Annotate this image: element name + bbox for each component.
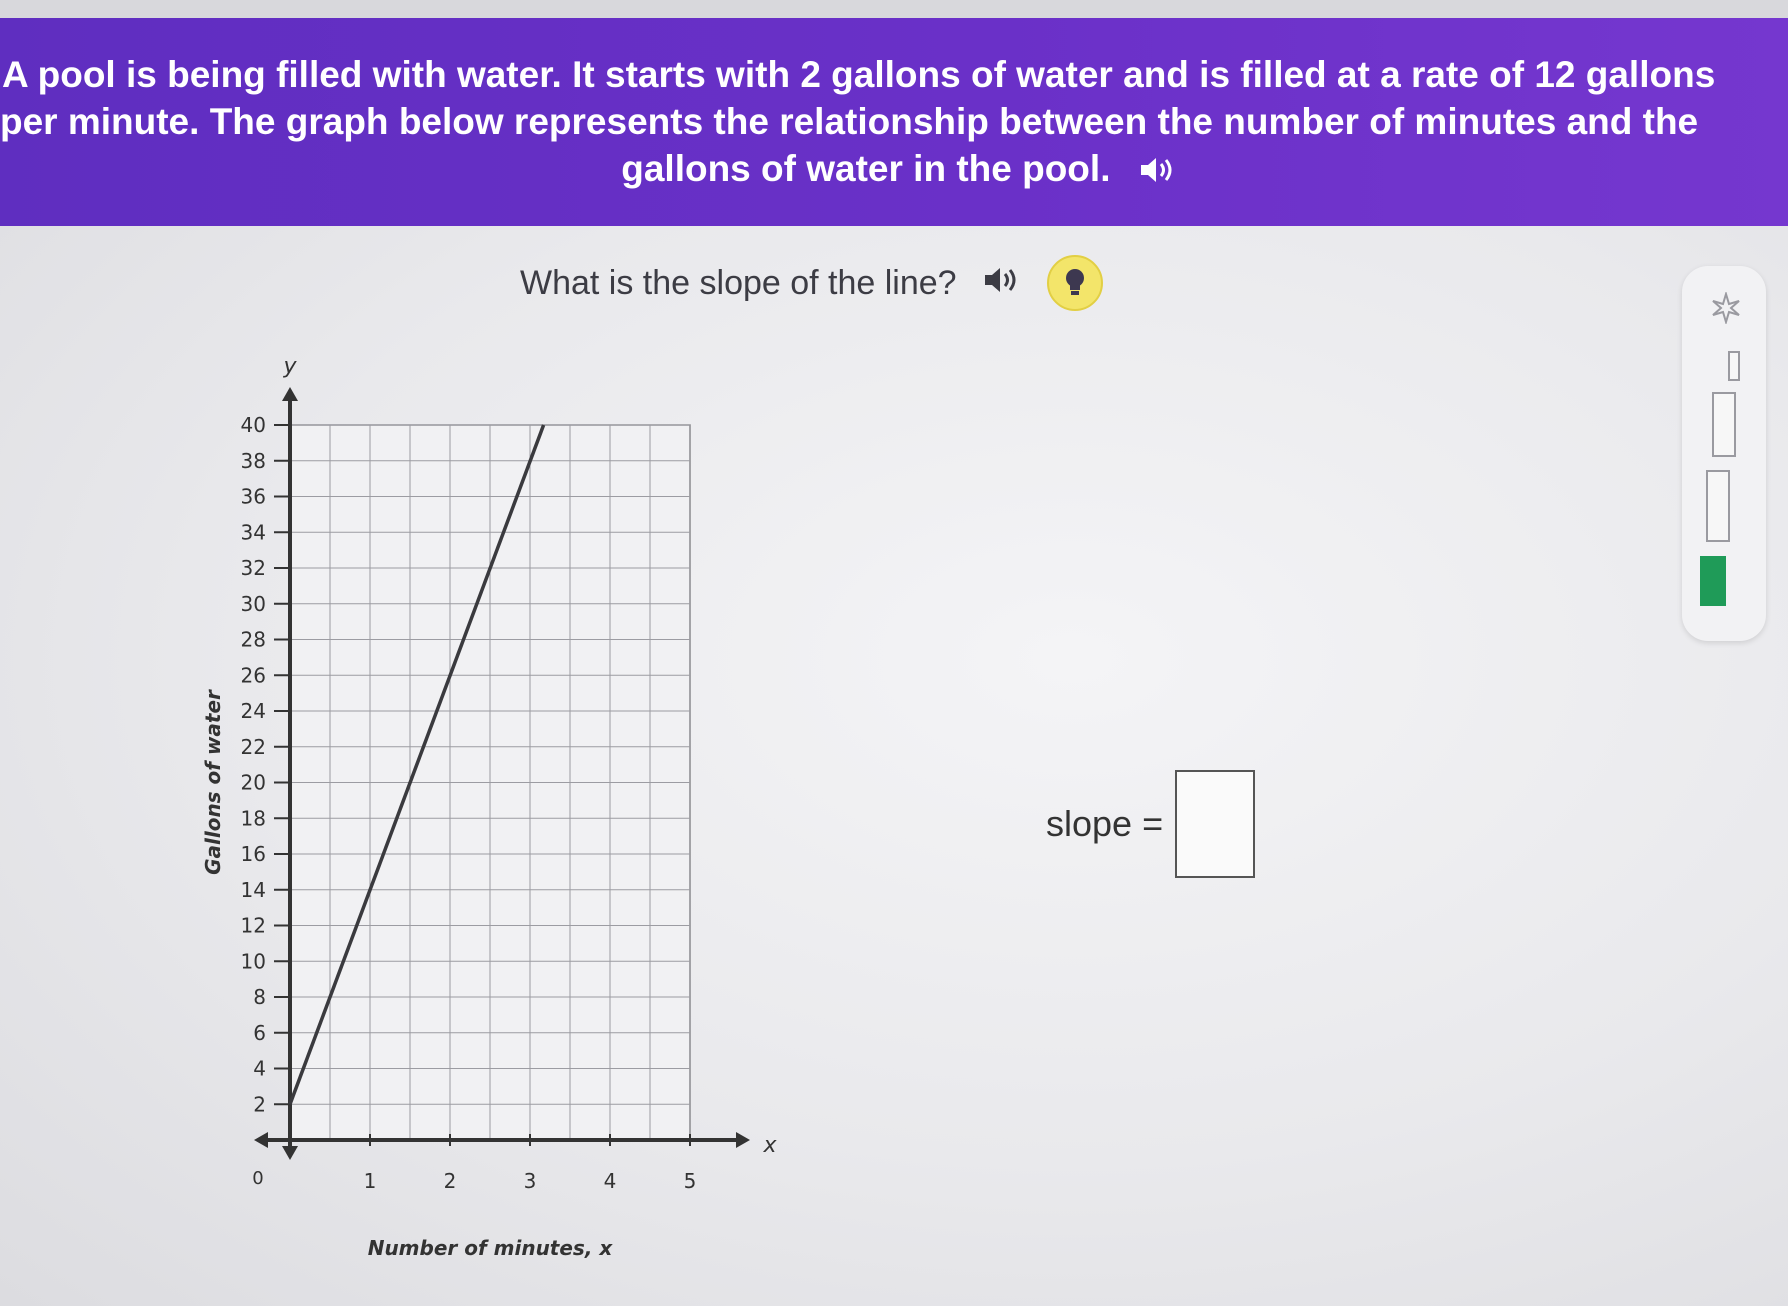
x-axis-arrow [736, 1132, 750, 1148]
slope-answer-input[interactable] [1175, 770, 1256, 878]
y-tick-label: 32 [241, 556, 266, 580]
progress-level-4 [1700, 556, 1726, 606]
y-tick-label: 30 [241, 592, 266, 616]
y-tick-label: 22 [241, 735, 266, 759]
x-tick-label: 5 [684, 1169, 697, 1193]
y-tick-label: 36 [241, 485, 266, 509]
y-tick-label: 38 [241, 449, 266, 473]
problem-text-line-2: per minute. The graph below represents t… [0, 101, 1699, 142]
speaker-icon[interactable] [983, 264, 1021, 303]
progress-level-1 [1728, 351, 1740, 381]
y-tick-label: 34 [241, 520, 266, 544]
answer-row: slope = [1046, 770, 1256, 878]
question-text: What is the slope of the line? [520, 263, 957, 302]
slope-label: slope = [1046, 803, 1164, 844]
y-tick-label: 8 [253, 985, 266, 1009]
x-axis-variable: x [762, 1133, 777, 1158]
y-tick-label: 14 [241, 878, 266, 902]
y-tick-label: 4 [253, 1057, 266, 1081]
y-tick-label: 28 [241, 628, 266, 652]
lightbulb-icon [1065, 269, 1084, 295]
progress-panel [1682, 266, 1766, 641]
y-axis-down-arrow [282, 1146, 298, 1160]
y-tick-label: 12 [241, 914, 266, 938]
y-tick-label: 2 [253, 1092, 266, 1116]
graph: 1 2 3 4 524681012141618202224262830323436384… [201, 354, 777, 1260]
y-axis-arrow [282, 387, 298, 401]
x-tick-label: 2 [444, 1169, 457, 1193]
problem-text-line-1: A pool is being filled with water. It st… [2, 54, 1716, 95]
x-axis-left-arrow [254, 1132, 268, 1148]
y-tick-label: 24 [241, 699, 266, 723]
problem-text-line-3-text: gallons of water in the pool. [621, 148, 1111, 189]
origin-label: 0 [252, 1168, 263, 1189]
x-tick-label: 3 [524, 1169, 537, 1193]
progress-level-2 [1712, 392, 1736, 457]
speaker-icon[interactable] [1139, 148, 1177, 195]
x-tick-label: 4 [604, 1169, 617, 1193]
y-tick-label: 16 [241, 842, 266, 866]
problem-banner: A pool is being filled with water. It st… [0, 18, 1788, 226]
y-tick-label: 40 [241, 413, 266, 437]
x-axis-title: Number of minutes, x [368, 1236, 614, 1260]
x-tick-label: 1 [364, 1169, 377, 1193]
y-tick-label: 26 [241, 663, 266, 687]
sparkle-icon [1710, 290, 1742, 328]
y-tick-label: 10 [241, 949, 266, 973]
problem-text-line-3: gallons of water in the pool. [0, 145, 1778, 195]
y-tick-label: 6 [253, 1021, 266, 1045]
hint-button[interactable] [1046, 255, 1103, 311]
browser-top-strip [0, 0, 1788, 18]
question-row: What is the slope of the line? [520, 255, 1103, 311]
progress-level-3 [1706, 470, 1730, 542]
y-tick-label: 18 [241, 806, 266, 830]
y-axis-title: Gallons of water [201, 689, 225, 875]
y-tick-label: 20 [241, 771, 266, 795]
y-axis-variable: y [282, 354, 297, 379]
